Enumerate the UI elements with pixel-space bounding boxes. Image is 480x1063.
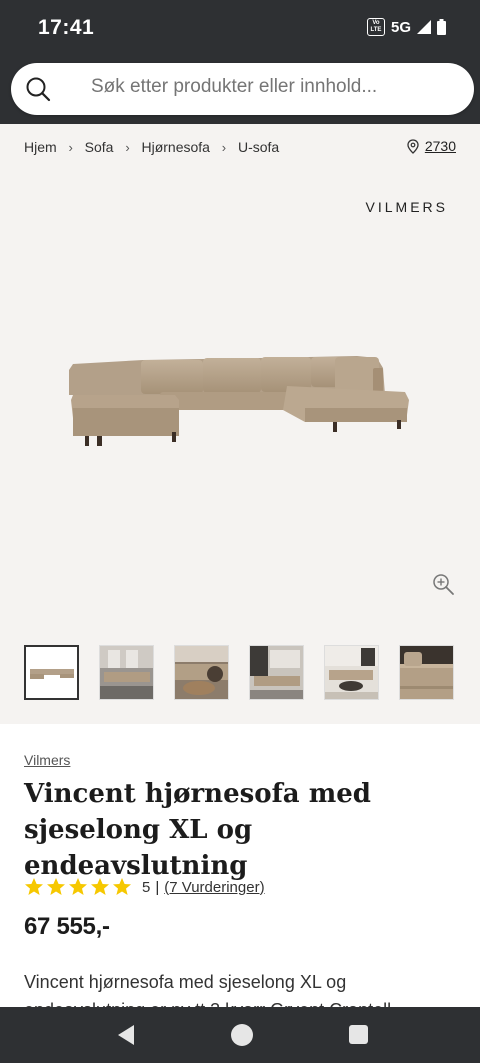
thumbnail-2[interactable]: [99, 645, 154, 700]
breadcrumb-item-u-sofa[interactable]: U-sofa: [238, 139, 279, 155]
search-icon[interactable]: [25, 76, 51, 102]
thumbnail-1[interactable]: [24, 645, 79, 700]
breadcrumb-item-corner-sofa[interactable]: Hjørnesofa: [141, 139, 209, 155]
thumbnail-4[interactable]: [249, 645, 304, 700]
chevron-right-icon: ›: [221, 139, 227, 155]
search-bar[interactable]: [11, 63, 474, 115]
product-rating: 5 | (7 Vurderinger): [24, 877, 265, 897]
recents-icon[interactable]: [349, 1025, 368, 1044]
thumbnail-3[interactable]: [174, 645, 229, 700]
star-icon: [25, 878, 43, 895]
brand-logo: VILMERS: [365, 199, 448, 215]
breadcrumb-item-home[interactable]: Hjem: [24, 139, 57, 155]
star-icon: [113, 878, 131, 895]
location-code[interactable]: 2730: [425, 138, 456, 154]
thumbnail-strip: [24, 645, 456, 701]
location-selector[interactable]: 2730: [407, 138, 456, 154]
status-icons: Vo LTE 5G: [366, 18, 446, 36]
star-icon: [69, 878, 87, 895]
chevron-right-icon: ›: [68, 139, 73, 155]
thumbnail-5[interactable]: [324, 645, 379, 700]
back-icon[interactable]: [116, 1024, 136, 1046]
network-label: 5G: [390, 18, 411, 36]
status-bar: 17:41 Vo LTE 5G: [0, 0, 480, 54]
chevron-right-icon: ›: [125, 139, 130, 155]
product-price: 67 555,-: [24, 913, 110, 940]
breadcrumb-item-sofa[interactable]: Sofa: [85, 139, 114, 155]
location-pin-icon: [407, 138, 419, 154]
signal-icon: [417, 20, 431, 34]
status-time: 17:41: [38, 16, 95, 39]
rating-value: 5: [142, 878, 151, 896]
battery-icon: [437, 19, 446, 35]
product-title: Vincent hjørnesofa med sjeselong XL og e…: [24, 779, 371, 881]
product-brand-link[interactable]: Vilmers: [24, 752, 70, 768]
home-icon[interactable]: [231, 1024, 253, 1046]
search-input[interactable]: [91, 76, 461, 98]
rating-divider: |: [155, 878, 160, 896]
star-icon: [47, 878, 65, 895]
star-icon: [91, 878, 109, 895]
zoom-in-icon[interactable]: [431, 572, 455, 596]
thumbnail-6[interactable]: [399, 645, 454, 700]
volte-icon: Vo LTE: [366, 18, 385, 36]
product-main-image[interactable]: [55, 340, 425, 455]
breadcrumb: Hjem › Sofa › Hjørnesofa › U-sofa: [24, 139, 279, 155]
reviews-link[interactable]: (7 Vurderinger): [164, 879, 264, 896]
